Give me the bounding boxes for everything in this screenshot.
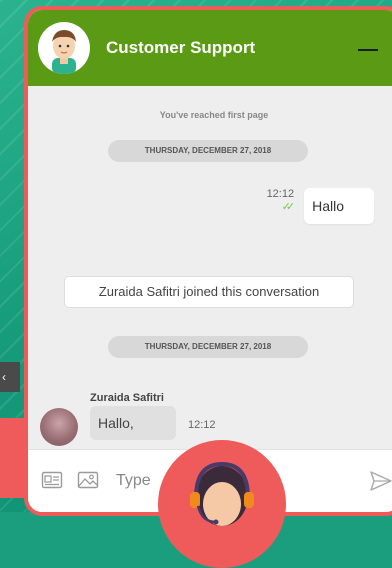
agent-avatar-icon (38, 22, 90, 74)
user-avatar-icon (40, 408, 78, 446)
date-separator: THURSDAY, DECEMBER 27, 2018 (108, 140, 308, 162)
message-time: 12:12 (266, 188, 295, 200)
chat-title: Customer Support (106, 38, 256, 57)
side-tab-label: ‹ (2, 370, 6, 384)
date-separator: THURSDAY, DECEMBER 27, 2018 (108, 336, 308, 358)
incoming-bubble: Hallo, (90, 406, 176, 440)
outgoing-meta: 12:12 ✓✓ (267, 188, 295, 213)
side-tab[interactable]: ‹ (0, 362, 20, 392)
chat-header: Customer Support (28, 10, 392, 86)
message-list: You've reached first page THURSDAY, DECE… (28, 86, 392, 450)
sender-name: Zuraida Safitri (90, 392, 164, 404)
message-time: 12:12 (188, 419, 216, 431)
first-page-notice: You've reached first page (159, 110, 269, 120)
double-check-icon: ✓✓ (281, 201, 295, 213)
attach-file-icon[interactable] (40, 468, 64, 492)
system-note: Zuraida Safitri joined this conversation (64, 276, 354, 308)
chat-widget: Customer Support You've reached first pa… (24, 6, 392, 516)
send-icon[interactable] (368, 468, 392, 494)
outgoing-bubble: Hallo (304, 188, 374, 224)
agent-launcher-button[interactable] (158, 440, 286, 568)
outgoing-message: 12:12 ✓✓ Hallo (267, 188, 374, 224)
attach-image-icon[interactable] (76, 468, 100, 492)
headset-agent-icon (190, 461, 254, 526)
minimize-button[interactable] (358, 49, 378, 51)
